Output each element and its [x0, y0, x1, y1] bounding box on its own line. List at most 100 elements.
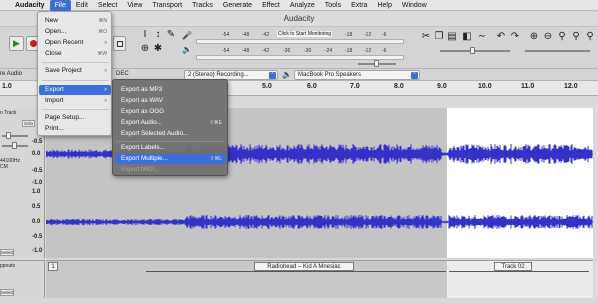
menu-tracks[interactable]: Tracks: [187, 0, 218, 11]
file-menu-close[interactable]: Close ⌘W: [39, 49, 111, 59]
file-menu-print[interactable]: Print...: [39, 124, 111, 134]
pan-knob[interactable]: [12, 142, 17, 149]
menu-effect[interactable]: Effect: [257, 0, 285, 11]
selection-tool-icon[interactable]: I: [139, 29, 151, 41]
zoom-out-icon[interactable]: ⊖: [542, 31, 554, 43]
y-axis-label: 0.0: [32, 151, 41, 157]
label-track: ppouts Select 1 Radiohead – Kid A Mnesia…: [0, 260, 598, 298]
gain-knob[interactable]: [6, 132, 11, 139]
menu-file[interactable]: File: [49, 0, 71, 11]
file-menu-open[interactable]: Open... ⌘O: [39, 27, 111, 37]
chevron-down-icon: ⌃: [411, 72, 418, 79]
file-menu-import[interactable]: Import >: [39, 96, 111, 106]
label-track-name[interactable]: ppouts: [0, 263, 15, 269]
pb-meter-tick: -30: [304, 48, 312, 54]
menu-tools[interactable]: Tools: [320, 0, 346, 11]
pb-meter-tick: -6: [382, 48, 387, 54]
menu-transport[interactable]: Transport: [147, 0, 187, 11]
copy-icon[interactable]: ❐: [433, 31, 445, 43]
play-at-speed-slider[interactable]: [440, 50, 510, 52]
fit-selection-icon[interactable]: ⚲: [556, 31, 568, 43]
file-menu-new[interactable]: New ⌘N: [39, 16, 111, 26]
file-menu-dropdown: New ⌘N Open... ⌘O Open Recent > Close ⌘W Sav…: [37, 11, 112, 136]
recording-device[interactable]: DEC: [116, 71, 129, 77]
menu-window[interactable]: Window: [397, 0, 432, 11]
export-selected-audio[interactable]: Export Selected Audio...: [115, 129, 226, 139]
track-select-button[interactable]: Select: [0, 249, 14, 256]
chevron-down-icon: ⌃: [269, 72, 276, 79]
file-menu-page-setup[interactable]: Page Setup...: [39, 113, 111, 123]
menu-view[interactable]: View: [122, 0, 147, 11]
envelope-tool-icon[interactable]: ↕: [152, 29, 164, 41]
play-button[interactable]: ▶: [9, 36, 24, 51]
pb-meter-tick: -48: [242, 48, 250, 54]
zoom-tool-icon[interactable]: ⊕: [139, 43, 151, 55]
zoom-toggle-icon[interactable]: ⚲: [584, 31, 596, 43]
recording-channels-value: 2 (Stereo) Recording...: [188, 72, 249, 78]
playback-device-select[interactable]: MacBook Pro Speakers ⌃: [294, 70, 420, 80]
menu-separator: [42, 62, 109, 63]
export-audio[interactable]: Export Audio... ⇧⌘E: [115, 118, 226, 128]
cut-icon[interactable]: ✂: [420, 31, 432, 43]
menu-extra[interactable]: Extra: [346, 0, 372, 11]
pb-meter-tick: -36: [283, 48, 291, 54]
paste-icon[interactable]: ▤: [446, 31, 458, 43]
ruler-tick-label: 8.0: [394, 83, 404, 90]
pb-meter-tick: -54: [222, 48, 230, 54]
menu-select[interactable]: Select: [93, 0, 122, 11]
file-menu-open-recent[interactable]: Open Recent >: [39, 38, 111, 48]
label-track-select-button[interactable]: Select: [0, 289, 14, 296]
play-icon: ▶: [13, 38, 20, 48]
export-as-ogg[interactable]: Export as OGG: [115, 107, 226, 117]
record-meter[interactable]: [196, 39, 404, 44]
menu-help[interactable]: Help: [372, 0, 396, 11]
speaker-icon: 🔈: [282, 70, 292, 79]
mic-icon[interactable]: 🎤: [181, 30, 193, 42]
y-axis-label: -0.5: [32, 234, 43, 240]
export-labels[interactable]: Export Labels...: [115, 143, 226, 153]
rec-meter-tick: -12: [364, 32, 372, 38]
silence-icon[interactable]: ∼: [476, 31, 488, 43]
label-marker[interactable]: Radiohead – Kid A Mnesiac: [254, 262, 354, 271]
draw-tool-icon[interactable]: ✎: [165, 29, 177, 41]
label-marker[interactable]: 1: [48, 262, 58, 271]
track-name[interactable]: o Track: [0, 110, 16, 116]
trim-icon[interactable]: ◧: [461, 31, 473, 43]
undo-icon[interactable]: ↶: [495, 31, 507, 43]
stop-button[interactable]: [113, 36, 126, 51]
menu-separator: [117, 141, 223, 142]
rec-meter-tick: -48: [242, 32, 250, 38]
play-at-speed-knob[interactable]: [470, 47, 475, 54]
label-marker[interactable]: Track 02: [494, 262, 532, 271]
solo-button[interactable]: Solo: [22, 120, 35, 127]
file-menu-export[interactable]: Export >: [39, 85, 111, 95]
track-format: CM: [0, 164, 8, 170]
scrub-slider[interactable]: [525, 50, 590, 52]
apple-menu[interactable]: [0, 0, 10, 11]
redo-icon[interactable]: ↷: [509, 31, 521, 43]
y-axis-label: 0.5: [32, 204, 41, 210]
click-to-start-monitoring[interactable]: Click to Start Monitoring: [277, 31, 333, 37]
y-axis-label: -1.0: [32, 248, 43, 254]
zoom-in-icon[interactable]: ⊕: [528, 31, 540, 43]
mac-menu-bar: Audacity File Edit Select View Transport…: [0, 0, 598, 11]
menu-generate[interactable]: Generate: [218, 0, 257, 11]
audio-host[interactable]: re Audio: [0, 71, 22, 77]
menu-audacity[interactable]: Audacity: [10, 0, 50, 11]
speaker-icon[interactable]: 🔈: [181, 44, 193, 56]
multi-tool-icon[interactable]: ✱: [152, 43, 164, 55]
fit-project-icon[interactable]: ⚲: [570, 31, 582, 43]
ruler-tick-label: 1.0: [2, 83, 12, 90]
export-as-mp3[interactable]: Export as MP3: [115, 85, 226, 95]
ruler-tick-label: 6.0: [307, 83, 317, 90]
ruler-tick-label: 9.0: [437, 83, 447, 90]
export-multiple[interactable]: Export Multiple... ⇧⌘L: [115, 154, 226, 164]
file-menu-save-project[interactable]: Save Project >: [39, 66, 111, 76]
menu-analyze[interactable]: Analyze: [285, 0, 320, 11]
menu-edit[interactable]: Edit: [71, 0, 93, 11]
rec-meter-tick: -42: [262, 32, 270, 38]
pb-volume-knob[interactable]: [374, 60, 379, 67]
export-as-wav[interactable]: Export as WAV: [115, 96, 226, 106]
playback-meter[interactable]: [196, 55, 404, 60]
label-track-control-panel: ppouts Select: [0, 260, 45, 298]
